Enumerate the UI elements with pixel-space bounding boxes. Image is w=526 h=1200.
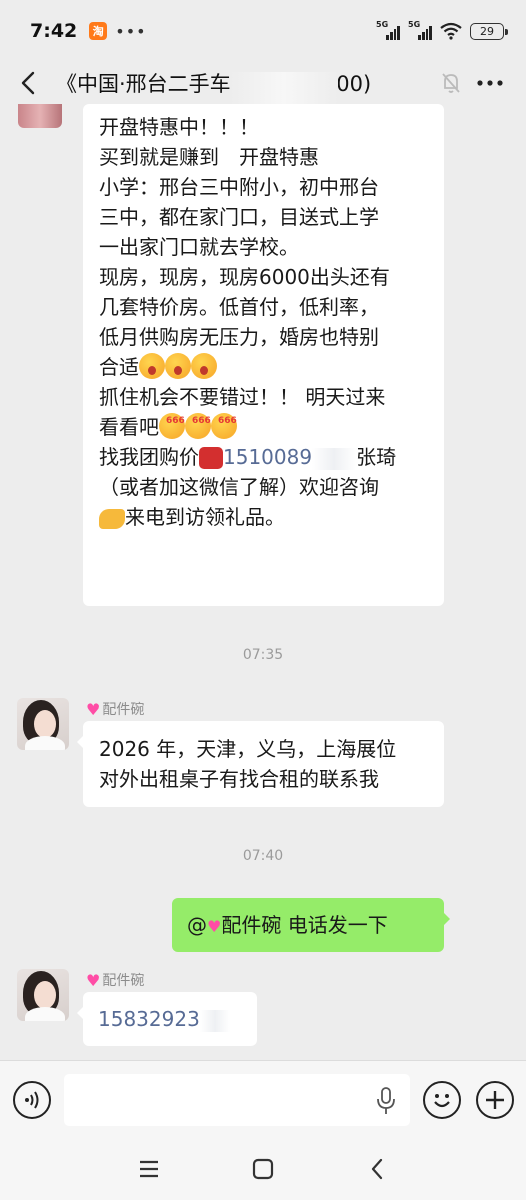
chevron-left-icon <box>371 1158 383 1180</box>
message-line: 15832923 <box>98 1004 242 1034</box>
home-button[interactable] <box>248 1154 278 1184</box>
message-line: （或者加这微信了解）欢迎咨询 <box>99 475 379 499</box>
message-line: 对外出租桌子有找合租的联系我 <box>99 767 379 791</box>
signal-5g-icon: 5G <box>376 20 400 40</box>
chat-messages[interactable]: 开盘特惠中！！！ 买到就是赚到 开盘特惠 小学：邢台三中附小，初中邢台 三中，都… <box>0 104 526 1060</box>
smiley-icon <box>434 1094 450 1108</box>
status-more-dots: ••• <box>115 21 147 41</box>
handshake-emoji-icon <box>99 509 125 529</box>
shocked-face-emoji-icon <box>139 353 165 379</box>
outgoing-message-bubble[interactable]: @♥配件碗 电话发一下 <box>172 898 450 952</box>
mute-bell-icon <box>442 73 460 93</box>
message-bubble[interactable]: 2026 年，天津，义乌，上海展位 对外出租桌子有找合租的联系我 <box>77 721 444 807</box>
taobao-app-icon: 淘 <box>89 22 108 40</box>
redaction-blur <box>312 447 357 470</box>
status-bar: 7:42 淘 ••• 5G 5G 29 <box>0 0 526 62</box>
message-bubble[interactable]: 开盘特惠中！！！ 买到就是赚到 开盘特惠 小学：邢台三中附小，初中邢台 三中，都… <box>83 104 444 606</box>
666-emoji-icon <box>159 406 185 439</box>
sender-name: ♥ 配件碗 <box>86 699 145 719</box>
battery-icon: 29 <box>470 22 508 40</box>
wifi-icon <box>440 22 462 40</box>
add-attachment-button[interactable] <box>476 1081 514 1119</box>
message-line: 小学：邢台三中附小，初中邢台 <box>99 175 379 199</box>
emoji-button[interactable] <box>423 1081 461 1119</box>
status-time: 7:42 <box>30 20 78 42</box>
message-bubble[interactable]: 15832923 <box>77 992 257 1046</box>
message-line: 抓住机会不要错过！！ 明天过来 <box>99 385 386 409</box>
plus-icon <box>486 1091 504 1109</box>
heart-icon: ♥ <box>86 970 101 990</box>
redaction-blur <box>230 72 338 104</box>
message-line: 一出家门口就去学校。 <box>99 235 299 259</box>
recent-apps-button[interactable] <box>134 1154 164 1184</box>
phone-number-link[interactable]: 1510089 <box>223 445 312 469</box>
message-line: @♥配件碗 电话发一下 <box>187 913 388 937</box>
redaction-blur <box>199 1009 230 1032</box>
message-line-with-emoji: 来电到访领礼品。 <box>99 502 428 532</box>
more-icon <box>477 80 503 86</box>
microphone-icon[interactable] <box>376 1087 396 1115</box>
voice-icon <box>25 1091 39 1109</box>
system-nav-bar <box>0 1138 526 1200</box>
voice-input-button[interactable] <box>13 1081 51 1119</box>
status-indicators: 5G 5G 29 <box>376 20 508 40</box>
666-emoji-icon <box>211 406 237 439</box>
menu-icon <box>140 1160 158 1178</box>
back-button[interactable] <box>0 62 56 104</box>
home-square-icon <box>252 1158 274 1180</box>
timestamp: 07:40 <box>242 848 284 864</box>
message-line: 几套特价房。低首付，低利率， <box>99 295 379 319</box>
666-emoji-icon <box>185 406 211 439</box>
telephone-emoji-icon <box>199 447 223 469</box>
message-line-with-emoji: 看看吧 <box>99 406 428 442</box>
shocked-face-emoji-icon <box>191 353 217 379</box>
chat-header: 《中国·邢台二手车配件群》(500) <box>0 62 526 104</box>
chat-title-wrap: 《中国·邢台二手车配件群》(500) <box>56 68 371 104</box>
message-line-with-emoji: 合适 <box>99 352 428 382</box>
avatar[interactable] <box>18 104 62 128</box>
sender-name: ♥ 配件碗 <box>86 970 145 990</box>
battery-level: 29 <box>480 24 494 38</box>
message-line: 开盘特惠中！！！ <box>99 115 259 139</box>
message-line-with-phone: 找我团购价 1510089 张琦 <box>99 445 397 470</box>
input-bar <box>0 1060 526 1138</box>
avatar[interactable] <box>17 969 69 1021</box>
back-nav-button[interactable] <box>362 1154 392 1184</box>
message-input[interactable] <box>64 1074 410 1126</box>
heart-icon: ♥ <box>86 699 101 719</box>
heart-icon: ♥ <box>207 917 222 936</box>
avatar[interactable] <box>17 698 69 750</box>
message-line: 现房，现房，现房6000出头还有 <box>99 265 390 289</box>
chevron-left-icon <box>21 71 35 95</box>
phone-number-link[interactable]: 15832923 <box>98 1007 200 1031</box>
message-line: 三中，都在家门口，目送式上学 <box>99 205 379 229</box>
timestamp: 07:35 <box>242 647 284 663</box>
message-line: 2026 年，天津，义乌，上海展位 <box>99 737 397 761</box>
message-line: 买到就是赚到 开盘特惠 <box>99 145 319 169</box>
more-options-button[interactable] <box>472 64 508 102</box>
signal-5g-icon: 5G <box>408 20 432 40</box>
shocked-face-emoji-icon <box>165 353 191 379</box>
message-line: 低月供购房无压力，婚房也特别 <box>99 325 379 349</box>
